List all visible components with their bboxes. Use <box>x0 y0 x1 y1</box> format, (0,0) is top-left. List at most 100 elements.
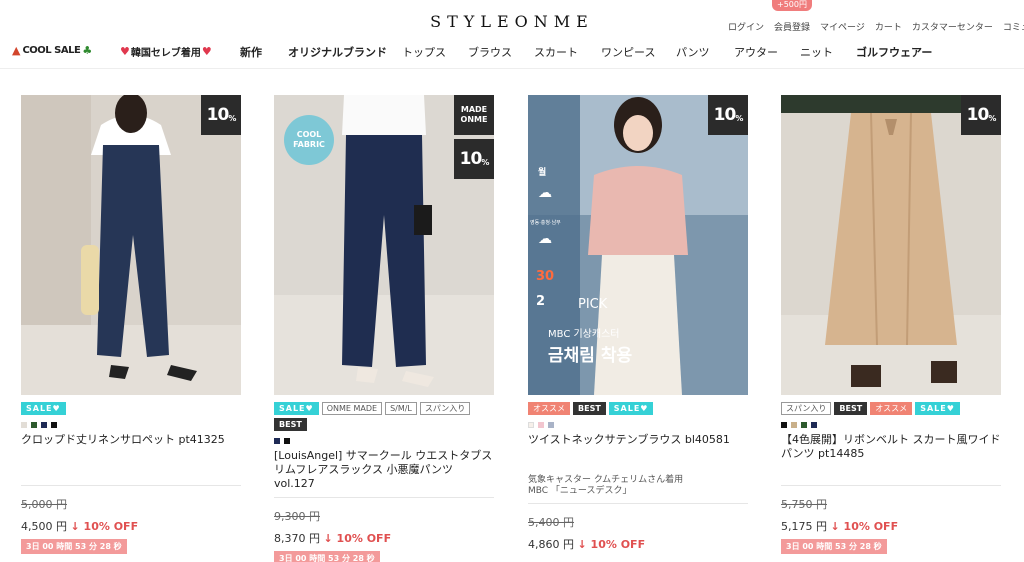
swatch-navy[interactable] <box>811 422 817 428</box>
original-price: 5,750 円 <box>781 498 827 511</box>
price-value: 4,500 円 <box>21 520 67 533</box>
onme-made-badge: ONME MADE <box>321 402 383 415</box>
sale-badge: SALE♥ <box>915 402 960 415</box>
nav-original-brand[interactable]: オリジナルブランド <box>288 44 387 60</box>
swatch-black[interactable] <box>781 422 787 428</box>
countdown-timer: 3日 00 時間 53 分 28 秒 <box>21 539 127 554</box>
cool-fabric-badge: COOL FABRIC <box>284 115 334 165</box>
swatch-black[interactable] <box>51 422 57 428</box>
heart-icon: ♥ <box>201 45 212 58</box>
off-label: ↓ 10% OFF <box>577 538 646 551</box>
weather-day: 월 <box>538 168 547 178</box>
swatch-navy[interactable] <box>274 438 280 444</box>
price-value: 8,370 円 <box>274 532 320 545</box>
countdown-timer: 3日 00 時間 53 分 28 秒 <box>781 539 887 554</box>
product-card[interactable]: 10% SALE♥ クロップド丈リネンサロペット pt41325 5,000 円… <box>21 95 241 554</box>
divider <box>781 485 1001 486</box>
pick-label: PICK <box>578 297 608 312</box>
off-label: ↓ 10% OFF <box>323 532 392 545</box>
cloud-icon: ☁ <box>538 231 552 247</box>
nav-onepiece[interactable]: ワンピース <box>601 44 655 60</box>
product-image[interactable]: COOL FABRIC MADE ONME 10% <box>274 95 494 395</box>
nav-knit[interactable]: ニット <box>800 44 833 60</box>
product-image[interactable]: 월 ☁ 영동·충청·남부 ☁ 30 2 PICK MBC 기상캐스터 금채림 착… <box>528 95 748 395</box>
nav-pants[interactable]: パンツ <box>676 44 710 60</box>
main-nav: ▲ COOL SALE ♣ ♥ 韓国セレブ着用 ♥ 新作 オリジナルブランド ト… <box>12 44 1024 60</box>
original-price: 5,000 円 <box>21 498 67 511</box>
sale-badge: SALE♥ <box>274 402 319 415</box>
sale-price: 5,175 円 ↓ 10% OFF <box>781 518 1001 534</box>
price-value: 4,860 円 <box>528 538 574 551</box>
desc-line: 気象キャスター クムチェリムさん着用 <box>528 475 684 485</box>
discount-badge: 10% <box>708 95 748 135</box>
spandex-badge: スパン入り <box>419 402 471 415</box>
utility-links: ログイン 会員登録 マイページ カート カスタマーセンター コミュニテ <box>728 20 1024 33</box>
discount-badge: 10% <box>961 95 1001 135</box>
swatch-pink[interactable] <box>538 422 544 428</box>
nav-blouse[interactable]: ブラウス <box>468 44 512 60</box>
login-link[interactable]: ログイン <box>728 20 764 33</box>
color-swatches <box>781 422 1001 428</box>
nav-skirt[interactable]: スカート <box>534 44 578 60</box>
discount-badge: 10% <box>201 95 241 135</box>
discount-badge: 10% <box>454 139 494 179</box>
product-card[interactable]: 월 ☁ 영동·충청·남부 ☁ 30 2 PICK MBC 기상캐스터 금채림 착… <box>528 95 748 552</box>
swatch-ivory[interactable] <box>528 422 534 428</box>
customer-center-link[interactable]: カスタマーセンター <box>912 20 993 33</box>
swatch-green[interactable] <box>31 422 37 428</box>
nav-cool-sale-label: COOL SALE <box>22 45 81 56</box>
nav-new[interactable]: 新作 <box>240 44 262 60</box>
mypage-link[interactable]: マイページ <box>820 20 865 33</box>
sale-badge: SALE♥ <box>21 402 66 415</box>
off-label: ↓ 10% OFF <box>70 520 139 533</box>
product-card[interactable]: 10% スパン入り BEST オススメ SALE♥ 【4色展開】リボンベルト ス… <box>781 95 1001 554</box>
size-badge: S/M/L <box>385 402 417 415</box>
weather-regions: 영동·충청·남부 <box>530 220 561 226</box>
heart-icon: ♥ <box>120 45 130 58</box>
temperature: 30 <box>536 269 555 284</box>
product-badges: SALE♥ <box>21 402 241 416</box>
cloud-rain-icon: ☁ <box>538 185 552 201</box>
product-image[interactable]: 10% <box>781 95 1001 395</box>
nav-celeb[interactable]: ♥ 韓国セレブ着用 ♥ <box>120 44 212 59</box>
original-price: 9,300 円 <box>274 510 320 523</box>
swatch-black[interactable] <box>284 438 290 444</box>
palm-tree-icon: ♣ <box>82 44 93 57</box>
swatch-beige[interactable] <box>21 422 27 428</box>
recommend-badge: オススメ <box>528 402 570 415</box>
nav-tops[interactable]: トップス <box>402 44 446 60</box>
swatch-beige[interactable] <box>791 422 797 428</box>
community-link[interactable]: コミュニテ <box>1003 20 1024 33</box>
original-price: 5,400 円 <box>528 516 574 529</box>
best-badge: BEST <box>573 402 606 415</box>
product-name[interactable]: クロップド丈リネンサロペット pt41325 <box>21 433 241 477</box>
countdown-timer: 3日 00 時間 53 分 28 秒 <box>274 551 380 562</box>
spandex-badge: スパン入り <box>781 402 832 415</box>
swatch-green[interactable] <box>801 422 807 428</box>
product-name[interactable]: ツイストネックサテンブラウス bl40581 <box>528 433 748 471</box>
color-swatches <box>528 422 748 428</box>
header-divider <box>0 68 1024 69</box>
made-onme-badge: MADE ONME <box>454 95 494 135</box>
product-name[interactable]: 【4色展開】リボンベルト スカート風ワイドパンツ pt14485 <box>781 433 1001 477</box>
product-name[interactable]: [LouisAngel] サマークール ウエストタブスリムフレアスラックス 小悪… <box>274 449 494 495</box>
recommend-badge: オススメ <box>870 402 913 415</box>
signup-link[interactable]: 会員登録 <box>774 20 810 33</box>
swatch-navy[interactable] <box>41 422 47 428</box>
product-badges: SALE♥ ONME MADE S/M/L スパン入り <box>274 402 494 416</box>
product-card[interactable]: COOL FABRIC MADE ONME 10% SALE♥ ONME MAD… <box>274 95 494 562</box>
best-badge: BEST <box>274 418 307 431</box>
cart-link[interactable]: カート <box>875 20 902 33</box>
price-value: 5,175 円 <box>781 520 827 533</box>
sale-price: 4,860 円 ↓ 10% OFF <box>528 536 748 552</box>
product-desc: 気象キャスター クムチェリムさん着用 MBC 「ニュースデスク」 <box>528 475 748 497</box>
nav-golfwear[interactable]: ゴルフウェアー <box>856 44 932 60</box>
divider <box>21 485 241 486</box>
nav-outer[interactable]: アウター <box>734 44 778 60</box>
swatch-blue[interactable] <box>548 422 554 428</box>
product-image[interactable]: 10% <box>21 95 241 395</box>
nav-cool-sale[interactable]: ▲ COOL SALE ♣ <box>12 44 92 57</box>
desc-line: MBC 「ニュースデスク」 <box>528 486 632 496</box>
sale-badge: SALE♥ <box>608 402 654 415</box>
divider <box>274 497 494 498</box>
